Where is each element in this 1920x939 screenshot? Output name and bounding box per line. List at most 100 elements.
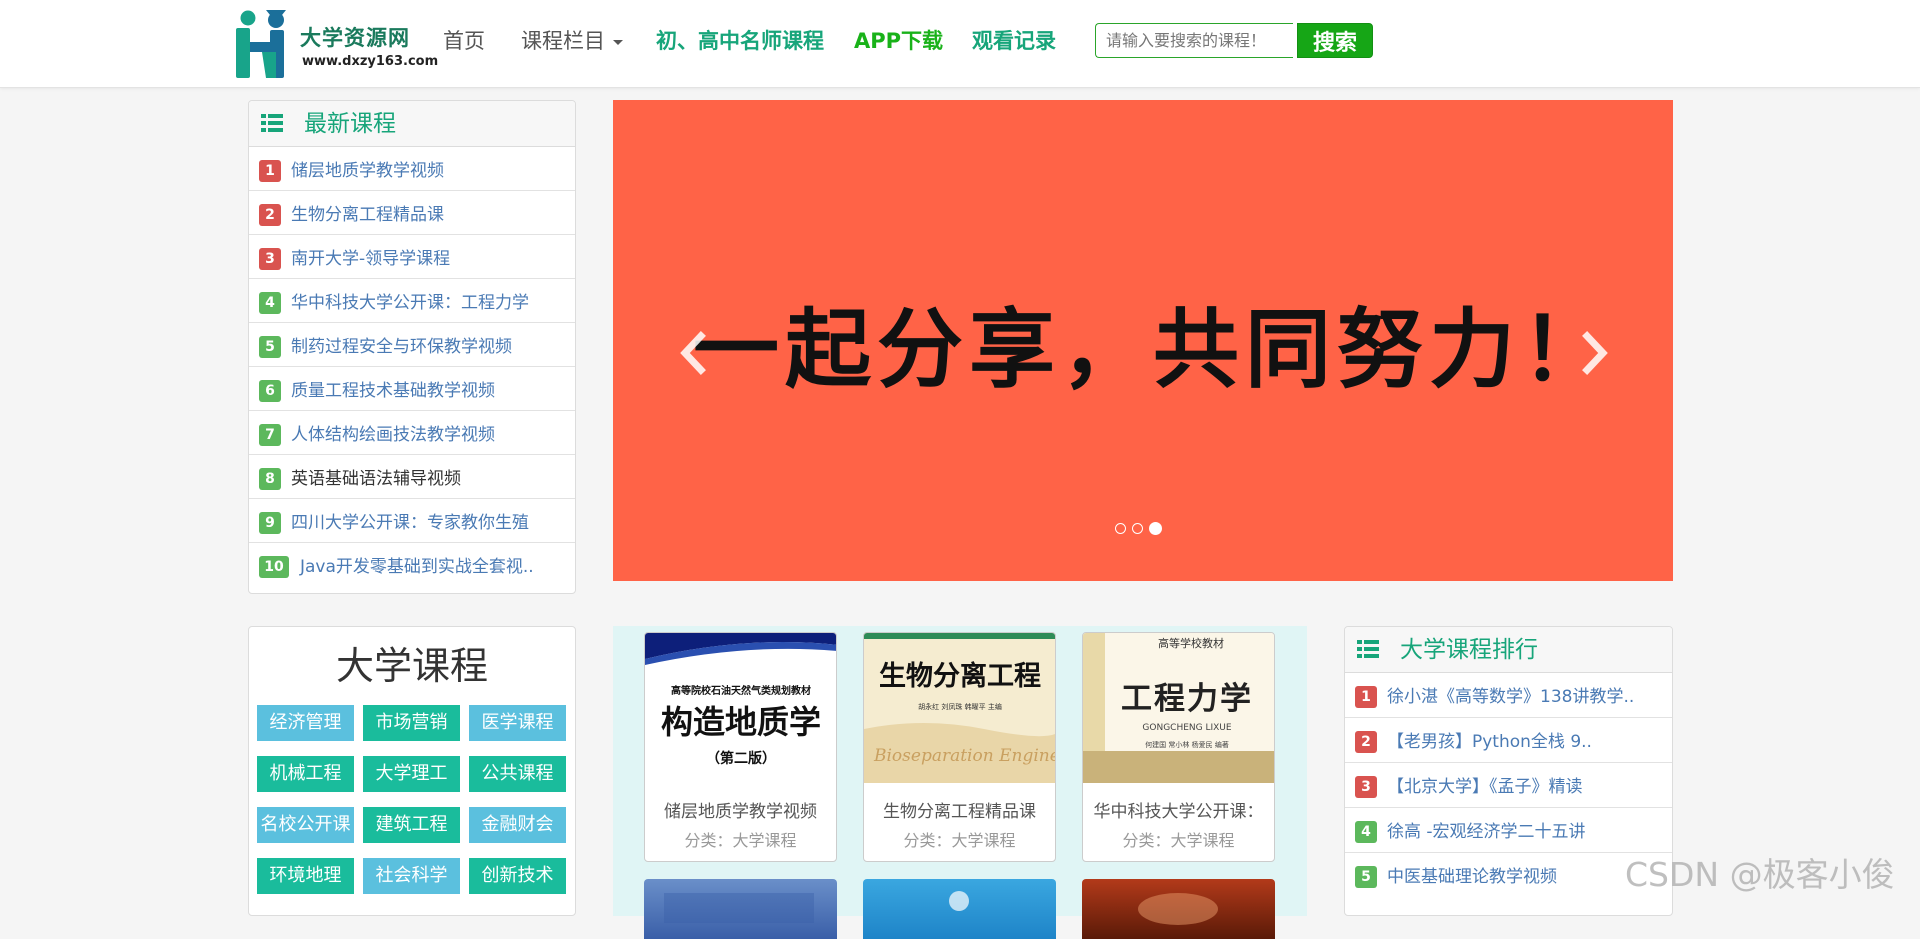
course-category: 分类：大学课程 bbox=[903, 831, 1016, 850]
course-card[interactable]: 高等学校教材 工程力学 GONGCHENG LIXUE 何建国 常小林 杨爱民 … bbox=[1082, 632, 1275, 862]
category-tag[interactable]: 建筑工程 bbox=[363, 807, 460, 843]
rank-badge: 1 bbox=[1355, 686, 1377, 708]
rank-badge: 5 bbox=[1355, 866, 1377, 888]
course-card[interactable] bbox=[644, 879, 837, 939]
course-card[interactable] bbox=[1082, 879, 1275, 939]
latest-courses-header: 最新课程 bbox=[249, 101, 575, 147]
course-link[interactable]: 徐高 -宏观经济学二十五讲 bbox=[1387, 820, 1586, 844]
carousel-prev-arrow-icon[interactable] bbox=[673, 328, 713, 378]
course-link[interactable]: 徐小湛《高等数学》138讲教学.. bbox=[1387, 685, 1634, 709]
rank-badge: 10 bbox=[259, 556, 289, 578]
course-cover-image: 高等院校石油天然气类规划教材 构造地质学 （第二版） bbox=[645, 633, 836, 783]
category-tag[interactable]: 金融财会 bbox=[469, 807, 566, 843]
list-item[interactable]: 3 南开大学-领导学课程 bbox=[249, 235, 575, 279]
latest-courses-panel: 最新课程 1 储层地质学教学视频 2 生物分离工程精品课 3 南开大学-领导学课程 4… bbox=[248, 100, 576, 594]
list-item[interactable]: 9 四川大学公开课：专家教你生殖 bbox=[249, 499, 575, 543]
carousel-dot[interactable] bbox=[1132, 523, 1143, 534]
rank-badge: 8 bbox=[259, 468, 281, 490]
category-tag[interactable]: 公共课程 bbox=[469, 756, 566, 792]
category-tag[interactable]: 经济管理 bbox=[257, 705, 354, 741]
cover-title-text: 工程力学 bbox=[1121, 681, 1253, 717]
category-tag[interactable]: 创新技术 bbox=[469, 858, 566, 894]
rank-badge: 9 bbox=[259, 512, 281, 534]
category-tag[interactable]: 机械工程 bbox=[257, 756, 354, 792]
course-link[interactable]: 英语基础语法辅导视频 bbox=[291, 467, 461, 491]
category-tag[interactable]: 医学课程 bbox=[469, 705, 566, 741]
list-item[interactable]: 10 Java开发零基础到实战全套视.. bbox=[249, 543, 575, 587]
list-icon bbox=[1357, 640, 1379, 658]
nav-teachers-link[interactable]: 初、高中名师课程 bbox=[656, 26, 824, 56]
rank-badge: 7 bbox=[259, 424, 281, 446]
cover-authors-text: 何建国 常小林 杨爱民 编著 bbox=[1145, 740, 1229, 749]
rank-badge: 6 bbox=[259, 380, 281, 402]
course-link[interactable]: Java开发零基础到实战全套视.. bbox=[300, 555, 534, 579]
nav-app-download-link[interactable]: APP下载 bbox=[854, 26, 943, 56]
course-title[interactable]: 储层地质学教学视频 bbox=[645, 797, 836, 822]
category-tag[interactable]: 市场营销 bbox=[363, 705, 460, 741]
course-ranking-panel: 大学课程排行 1 徐小湛《高等数学》138讲教学.. 2 【老男孩】Python全栈… bbox=[1344, 626, 1673, 916]
course-link[interactable]: 质量工程技术基础教学视频 bbox=[291, 379, 495, 403]
csdn-watermark: CSDN @极客小俊 bbox=[1625, 855, 1895, 894]
course-title[interactable]: 华中科技大学公开课： bbox=[1083, 797, 1274, 822]
course-link[interactable]: 制药过程安全与环保教学视频 bbox=[291, 335, 512, 359]
course-link[interactable]: 生物分离工程精品课 bbox=[291, 203, 444, 227]
nav-home-link[interactable]: 首页 bbox=[443, 26, 485, 56]
hero-carousel[interactable]: 一起分享，共同努力！ bbox=[613, 100, 1673, 581]
course-card[interactable] bbox=[863, 879, 1056, 939]
course-link[interactable]: 南开大学-领导学课程 bbox=[291, 247, 450, 271]
category-tag[interactable]: 名校公开课 bbox=[257, 807, 354, 843]
list-item[interactable]: 4 华中科技大学公开课：工程力学 bbox=[249, 279, 575, 323]
caret-down-icon bbox=[613, 39, 623, 45]
list-item[interactable]: 5 中医基础理论教学视频 bbox=[1345, 853, 1672, 898]
rank-badge: 2 bbox=[1355, 731, 1377, 753]
course-link[interactable]: 中医基础理论教学视频 bbox=[1387, 865, 1557, 889]
cover-series-text: 高等学校教材 bbox=[1158, 636, 1224, 650]
category-tag[interactable]: 环境地理 bbox=[257, 858, 354, 894]
nav-columns-dropdown[interactable]: 课程栏目 bbox=[521, 26, 623, 56]
cover-series-text: 高等院校石油天然气类规划教材 bbox=[671, 684, 811, 697]
course-link[interactable]: 四川大学公开课：专家教你生殖 bbox=[291, 511, 529, 535]
course-cover-image bbox=[949, 891, 969, 911]
search-button[interactable]: 搜索 bbox=[1297, 23, 1373, 58]
list-item[interactable]: 1 徐小湛《高等数学》138讲教学.. bbox=[1345, 673, 1672, 718]
list-item[interactable]: 3 【北京大学】《孟子》精读 bbox=[1345, 763, 1672, 808]
carousel-dot-active[interactable] bbox=[1149, 522, 1162, 535]
category-tag[interactable]: 大学理工 bbox=[363, 756, 460, 792]
carousel-dot[interactable] bbox=[1115, 523, 1126, 534]
logo-url: www.dxzy163.com bbox=[302, 54, 439, 69]
list-item[interactable]: 5 制药过程安全与环保教学视频 bbox=[249, 323, 575, 367]
course-link[interactable]: 华中科技大学公开课：工程力学 bbox=[291, 291, 529, 315]
course-ranking-header: 大学课程排行 bbox=[1345, 627, 1672, 673]
course-grid: 高等院校石油天然气类规划教材 构造地质学 （第二版） 储层地质学教学视频 分类：… bbox=[613, 626, 1307, 939]
list-item[interactable]: 6 质量工程技术基础教学视频 bbox=[249, 367, 575, 411]
carousel-next-arrow-icon[interactable] bbox=[1575, 328, 1615, 378]
course-title[interactable]: 生物分离工程精品课 bbox=[864, 797, 1055, 822]
course-link[interactable]: 储层地质学教学视频 bbox=[291, 159, 444, 183]
course-link[interactable]: 【北京大学】《孟子》精读 bbox=[1387, 775, 1583, 799]
course-ranking-list: 1 徐小湛《高等数学》138讲教学.. 2 【老男孩】Python全栈 9.. 3 【… bbox=[1345, 673, 1672, 898]
course-link[interactable]: 【老男孩】Python全栈 9.. bbox=[1387, 730, 1592, 754]
site-logo[interactable]: 大学资源网 www.dxzy163.com bbox=[232, 8, 438, 80]
list-item[interactable]: 8 英语基础语法辅导视频 bbox=[249, 455, 575, 499]
nav-columns-label: 课程栏目 bbox=[521, 29, 605, 53]
course-link[interactable]: 人体结构绘画技法教学视频 bbox=[291, 423, 495, 447]
search-input[interactable] bbox=[1095, 23, 1293, 58]
top-navbar: 大学资源网 www.dxzy163.com 首页 课程栏目 初、高中名师课程 A… bbox=[0, 0, 1920, 88]
category-tag[interactable]: 社会科学 bbox=[363, 858, 460, 894]
course-cover-image: 生物分离工程 胡永红 刘凤珠 韩曜平 主编 Bioseparation Engi… bbox=[864, 633, 1055, 783]
cover-pinyin-text: GONGCHENG LIXUE bbox=[1142, 723, 1231, 733]
list-item[interactable]: 2 生物分离工程精品课 bbox=[249, 191, 575, 235]
logo-figures-icon bbox=[236, 10, 286, 78]
categories-title: 大学课程 bbox=[335, 644, 488, 688]
list-item[interactable]: 4 徐高 -宏观经济学二十五讲 bbox=[1345, 808, 1672, 853]
course-card[interactable]: 高等院校石油天然气类规划教材 构造地质学 （第二版） 储层地质学教学视频 分类：… bbox=[644, 632, 837, 862]
nav-history-link[interactable]: 观看记录 bbox=[972, 26, 1056, 56]
list-item[interactable]: 1 储层地质学教学视频 bbox=[249, 147, 575, 191]
course-ranking-title: 大学课程排行 bbox=[1400, 637, 1538, 663]
course-cover-image bbox=[1138, 893, 1218, 925]
cover-title-text: 生物分离工程 bbox=[879, 660, 1041, 692]
list-item[interactable]: 2 【老男孩】Python全栈 9.. bbox=[1345, 718, 1672, 763]
list-item[interactable]: 7 人体结构绘画技法教学视频 bbox=[249, 411, 575, 455]
rank-badge: 1 bbox=[259, 160, 281, 182]
course-card[interactable]: 生物分离工程 胡永红 刘凤珠 韩曜平 主编 Bioseparation Engi… bbox=[863, 632, 1056, 862]
